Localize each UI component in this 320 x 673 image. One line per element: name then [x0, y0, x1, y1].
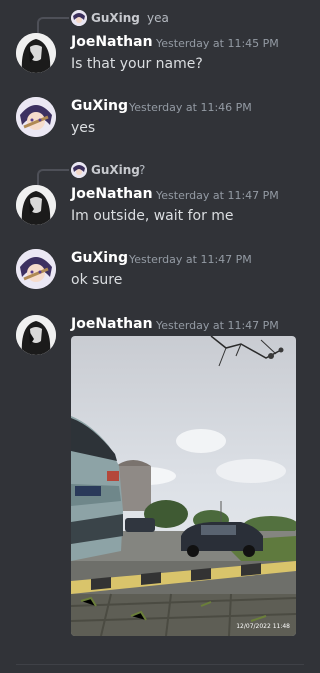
reply-text: ?	[139, 163, 146, 177]
timestamp: Yesterday at 11:45 PM	[156, 37, 279, 50]
photo-attachment[interactable]: 12/07/2022 11:48	[71, 336, 296, 636]
reply-text: yea	[147, 11, 169, 25]
avatar[interactable]	[16, 97, 56, 137]
message-text: yes	[71, 120, 96, 136]
divider	[16, 664, 304, 665]
reply-spine	[37, 17, 69, 33]
author-name[interactable]: GuXing	[71, 250, 128, 266]
avatar[interactable]	[16, 33, 56, 73]
timestamp: Yesterday at 11:47 PM	[129, 253, 252, 266]
timestamp: Yesterday at 11:47 PM	[156, 189, 279, 202]
author-name[interactable]: JoeNathan	[71, 316, 153, 332]
avatar[interactable]	[16, 185, 56, 225]
message-text: Im outside, wait for me	[71, 208, 234, 224]
reply-avatar	[71, 10, 87, 26]
author-name[interactable]: JoeNathan	[71, 34, 153, 50]
timestamp: Yesterday at 11:46 PM	[129, 101, 252, 114]
message-text: ok sure	[71, 272, 123, 288]
reply-spine	[37, 169, 69, 185]
author-name[interactable]: JoeNathan	[71, 186, 153, 202]
timestamp: Yesterday at 11:47 PM	[156, 319, 279, 332]
author-name[interactable]: GuXing	[71, 98, 128, 114]
reply-avatar	[71, 162, 87, 178]
photo-timestamp: 12/07/2022 11:48	[236, 623, 290, 630]
reply-author[interactable]: GuXing	[91, 163, 140, 177]
avatar[interactable]	[16, 249, 56, 289]
message-text: Is that your name?	[71, 56, 203, 72]
reply-author[interactable]: GuXing	[91, 11, 140, 25]
avatar[interactable]	[16, 315, 56, 355]
